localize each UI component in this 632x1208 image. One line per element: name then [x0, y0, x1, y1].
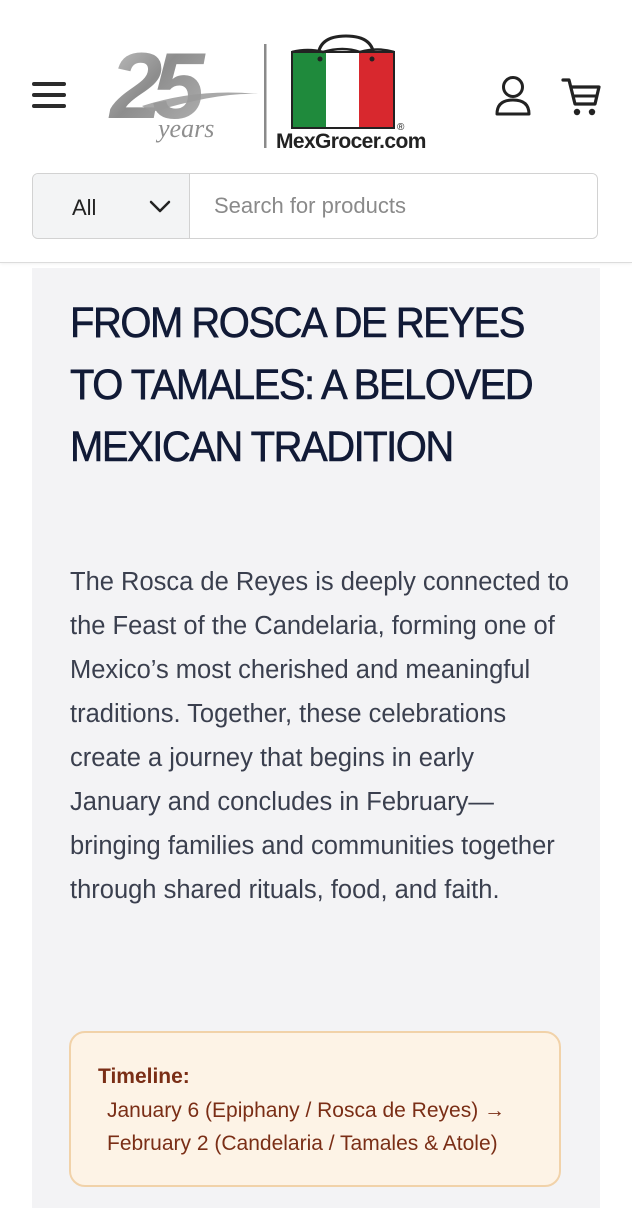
menu-bar — [32, 82, 66, 86]
menu-bar — [32, 93, 66, 97]
timeline-entry-january: January 6 (Epiphany / Rosca de Reyes) → — [107, 1099, 506, 1122]
anniversary-word: years — [155, 114, 214, 143]
bag-stripe-green — [292, 52, 326, 128]
timeline-callout: Timeline: January 6 (Epiphany / Rosca de… — [69, 1031, 561, 1187]
logo-divider — [264, 44, 267, 148]
shopping-cart-icon[interactable] — [558, 74, 604, 120]
search-bar: All — [32, 173, 598, 239]
hamburger-menu-icon[interactable] — [30, 78, 70, 112]
search-input[interactable] — [190, 174, 597, 238]
bag-stripe-red — [359, 52, 394, 128]
logo-graphic: 25 years ® MexGrocer.com — [108, 33, 426, 153]
brand-name: MexGrocer.com — [276, 130, 426, 153]
site-logo[interactable]: 25 years ® MexGrocer.com — [108, 32, 428, 154]
chevron-down-icon — [149, 200, 171, 213]
main-content: FROM ROSCA DE REYES TO TAMALES: A BELOVE… — [0, 262, 632, 1208]
article-title: FROM ROSCA DE REYES TO TAMALES: A BELOVE… — [70, 299, 534, 472]
site-header: 25 years ® MexGrocer.com All Search for … — [0, 0, 632, 263]
timeline-label: Timeline: — [98, 1065, 190, 1088]
category-selected-value: All — [72, 195, 97, 220]
bag-stripe-white — [326, 52, 359, 128]
user-account-glyph — [495, 76, 531, 116]
article-body: The Rosca de Reyes is deeply connected t… — [70, 568, 569, 904]
user-account-icon[interactable] — [490, 74, 536, 120]
shopping-cart-glyph — [561, 78, 601, 116]
menu-bar — [32, 104, 66, 108]
bag-ring-left — [317, 56, 323, 62]
timeline-entry-february: February 2 (Candelaria / Tamales & Atole… — [107, 1132, 498, 1155]
category-select[interactable]: All — [33, 174, 190, 238]
article-card: FROM ROSCA DE REYES TO TAMALES: A BELOVE… — [32, 268, 600, 1208]
bag-ring-right — [369, 56, 375, 62]
